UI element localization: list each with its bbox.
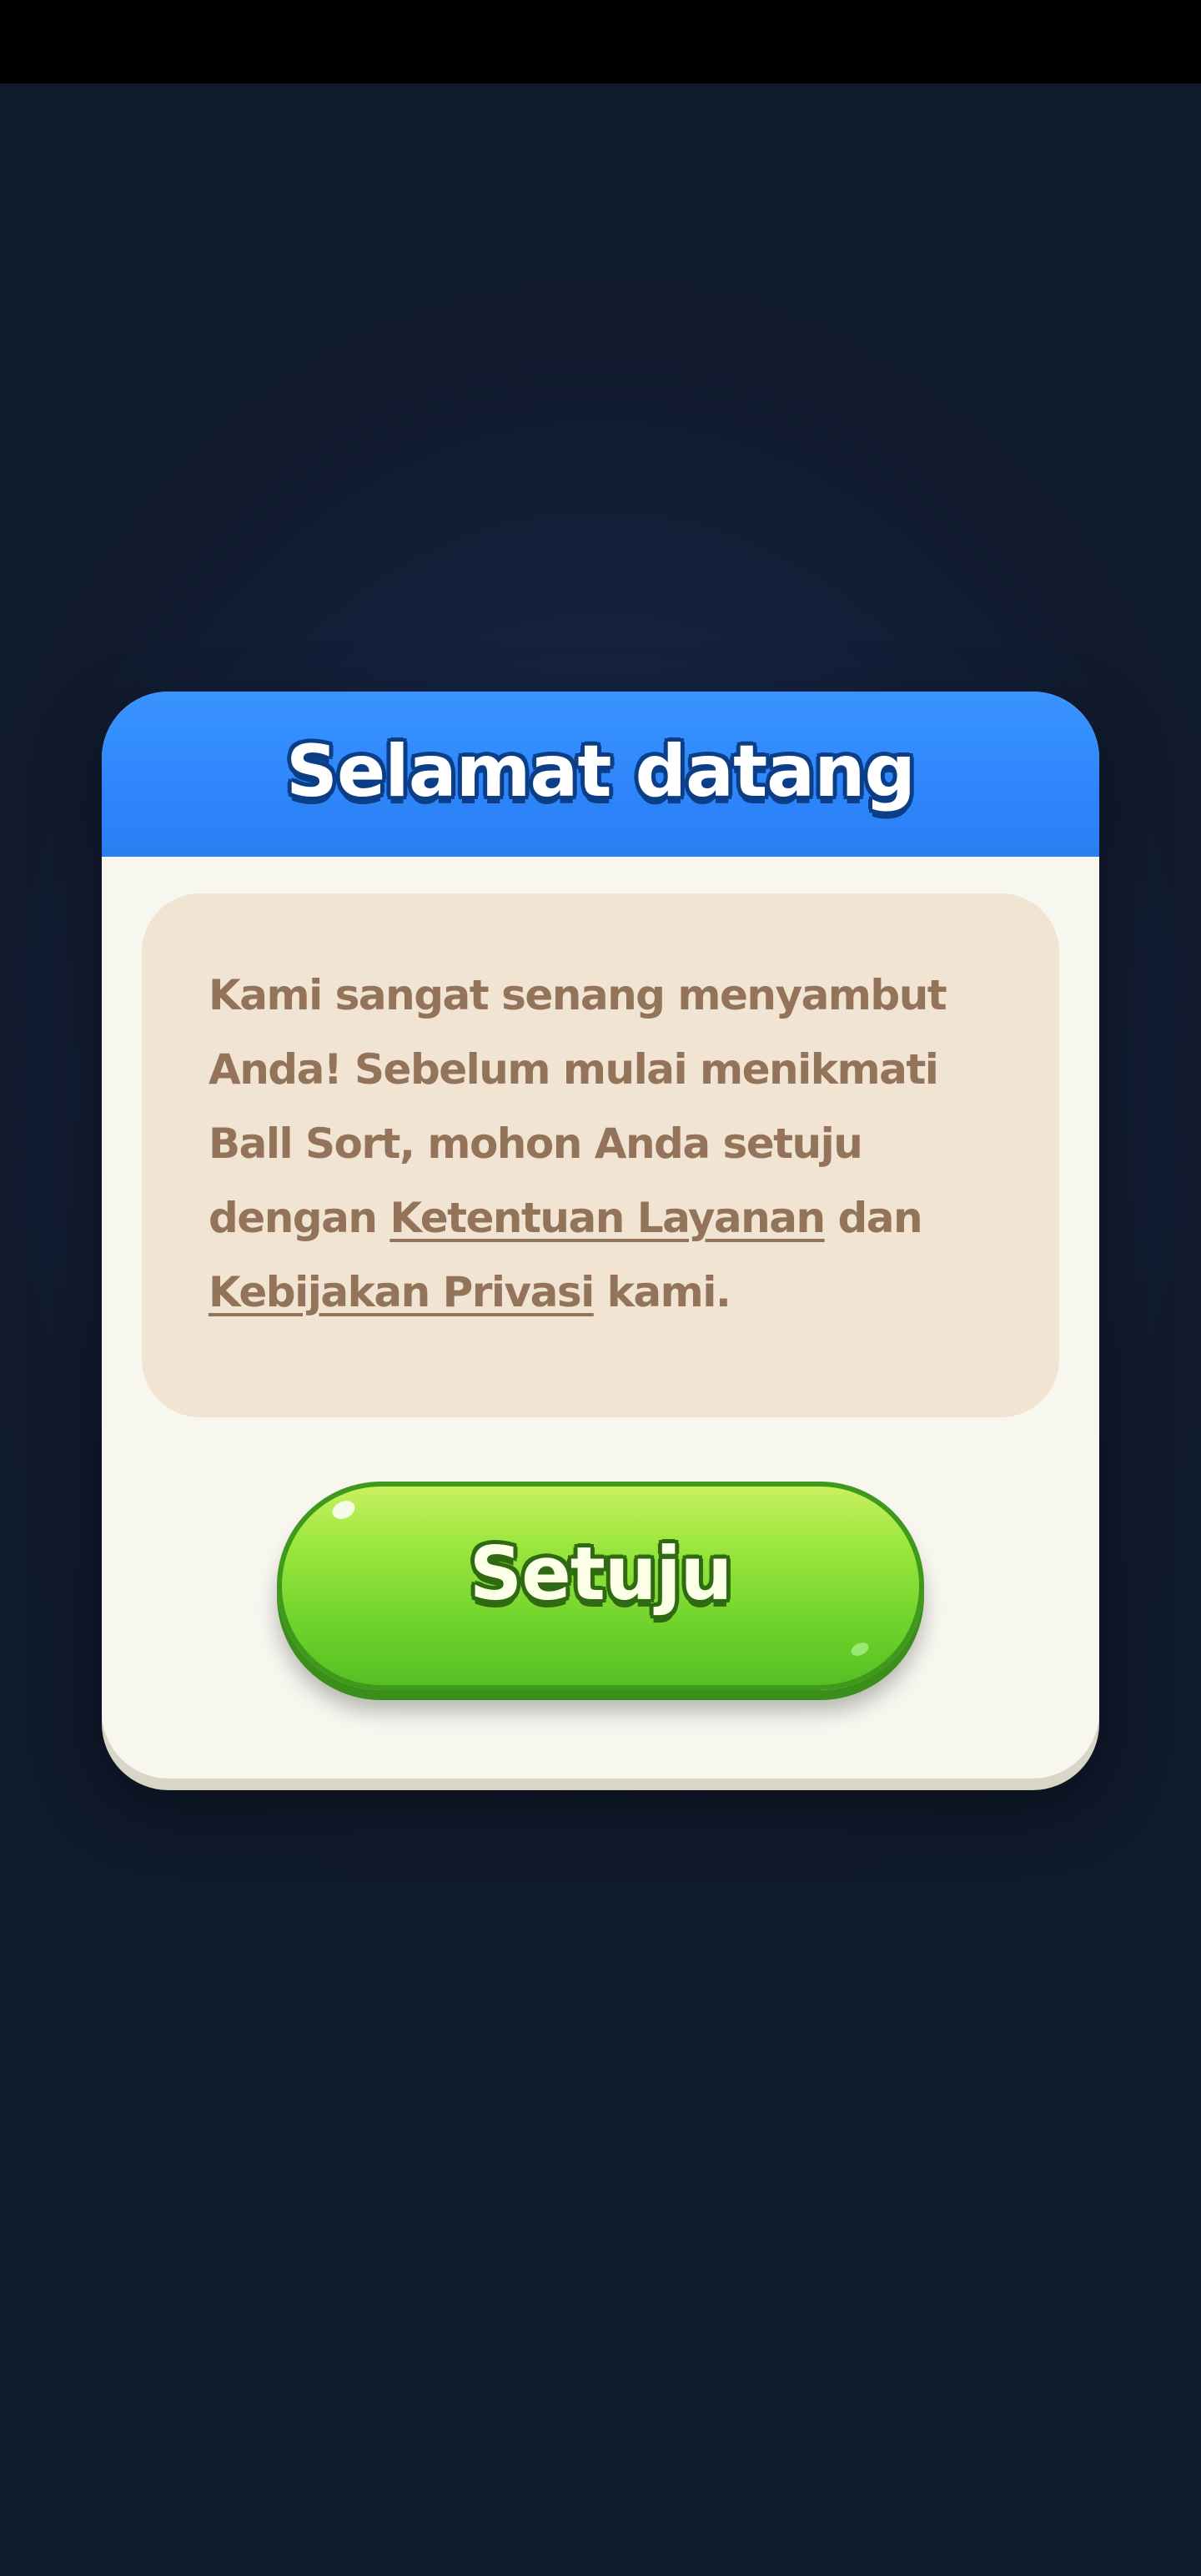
agree-button-label: Setuju: [469, 1531, 733, 1617]
agree-button[interactable]: Setuju: [277, 1482, 924, 1690]
button-shine-small: [849, 1640, 871, 1658]
message-conjunction: dan: [824, 1194, 923, 1242]
dialog-title: Selamat datang: [286, 730, 916, 813]
welcome-dialog: Selamat datang Kami sangat senang menyam…: [102, 692, 1099, 1779]
welcome-message: Kami sangat senang menyambut Anda! Sebel…: [209, 958, 1009, 1330]
terms-of-service-link[interactable]: Ketentuan Layanan: [389, 1194, 826, 1242]
status-bar: [0, 0, 1201, 83]
privacy-policy-link[interactable]: Kebijakan Privasi: [209, 1268, 595, 1316]
message-outro: kami.: [593, 1268, 731, 1316]
dialog-header: Selamat datang: [102, 692, 1099, 857]
message-panel: Kami sangat senang menyambut Anda! Sebel…: [142, 893, 1059, 1417]
button-shine: [329, 1497, 358, 1522]
